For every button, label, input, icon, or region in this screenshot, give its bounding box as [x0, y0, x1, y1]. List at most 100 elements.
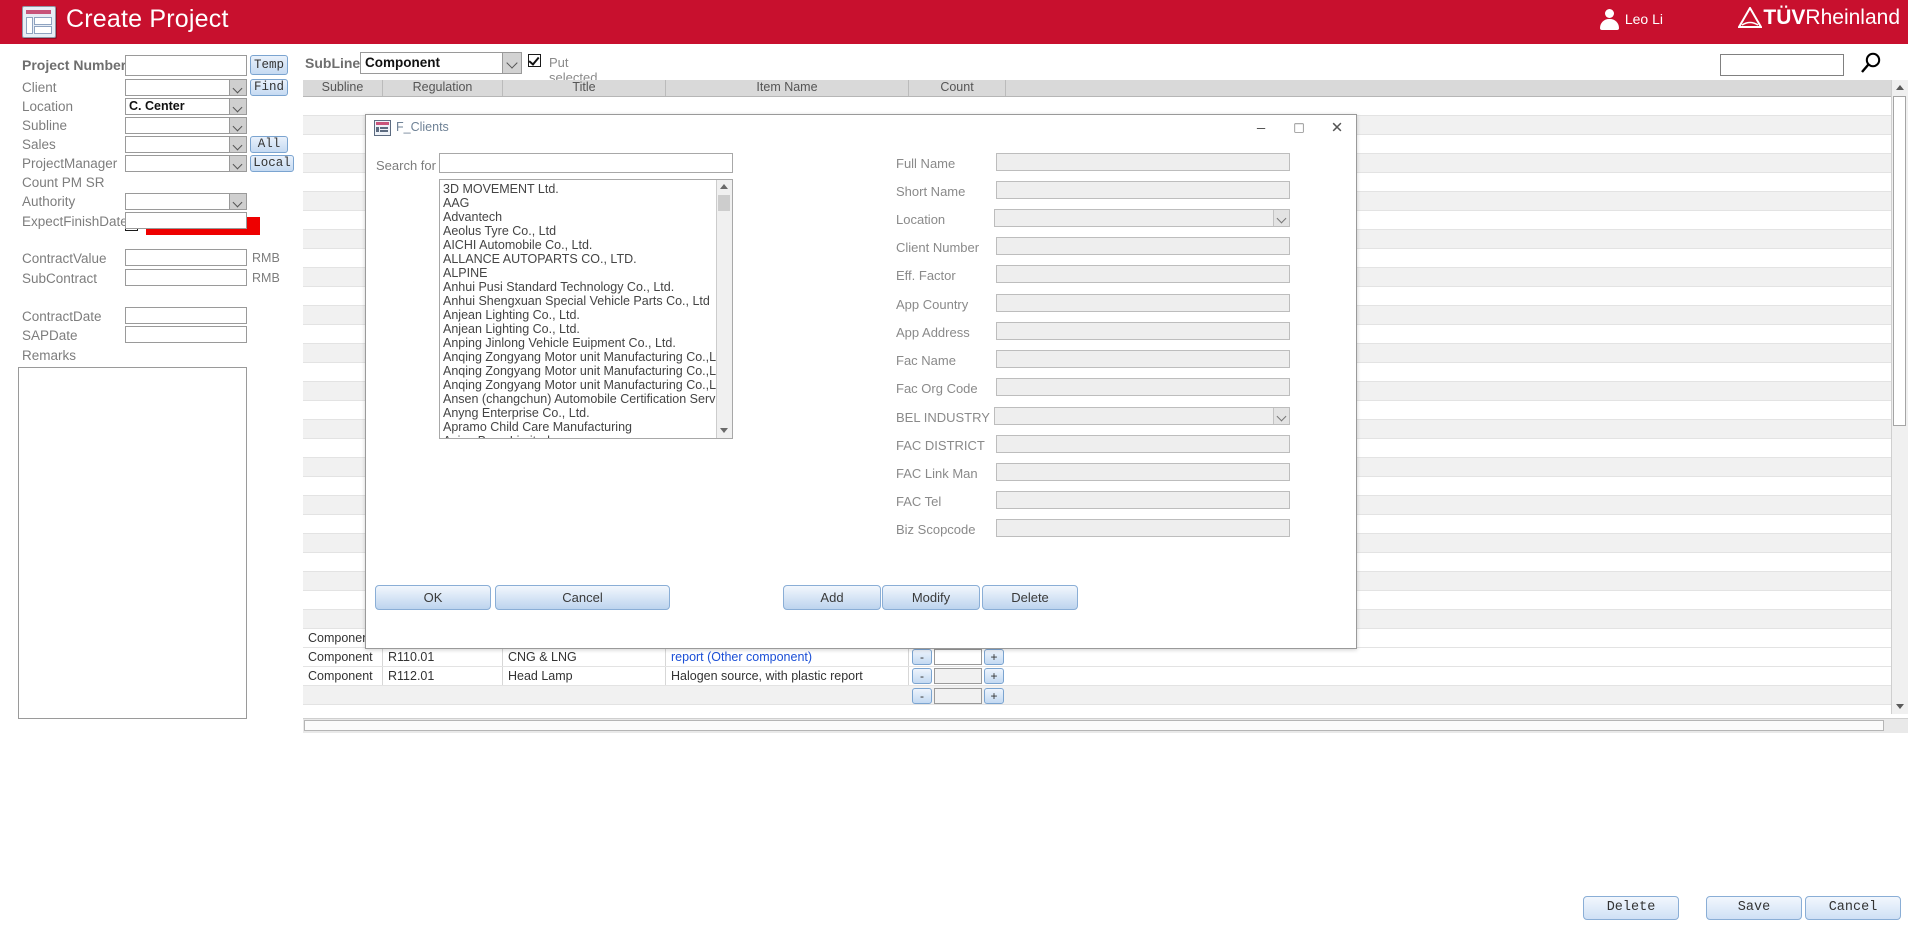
combo-client[interactable]: [125, 79, 247, 96]
scrollbar-thumb[interactable]: [718, 195, 730, 211]
count-input[interactable]: [934, 668, 982, 684]
textarea-remarks[interactable]: [18, 367, 247, 719]
input-app-country[interactable]: [996, 294, 1290, 312]
input-full-name[interactable]: [996, 153, 1290, 171]
count-decrement-button[interactable]: -: [912, 688, 932, 704]
all-button[interactable]: All: [250, 136, 288, 153]
list-item[interactable]: Anhui Shengxuan Special Vehicle Parts Co…: [443, 294, 716, 308]
local-button[interactable]: Local: [250, 155, 294, 172]
input-biz-scopcode[interactable]: [996, 519, 1290, 537]
column-header-item-name[interactable]: Item Name: [666, 80, 909, 96]
list-item[interactable]: ALLANCE AUTOPARTS CO., LTD.: [443, 252, 716, 266]
search-for-input[interactable]: [439, 153, 733, 173]
input-client-number[interactable]: [996, 237, 1290, 255]
cancel-button[interactable]: Cancel: [495, 585, 670, 610]
input-expect-finish-date[interactable]: [125, 212, 247, 229]
list-item[interactable]: Anjean Lighting Co., Ltd.: [443, 308, 716, 322]
count-stepper[interactable]: - +: [912, 688, 1005, 704]
input-contract-value[interactable]: [125, 249, 247, 266]
combo-location[interactable]: [994, 209, 1290, 227]
input-eff-factor[interactable]: [996, 265, 1290, 283]
combo-subline-filter[interactable]: Component: [360, 52, 522, 74]
input-contract-date[interactable]: [125, 307, 247, 324]
minimize-icon[interactable]: –: [1242, 115, 1280, 141]
combo-project-manager[interactable]: [125, 155, 247, 172]
search-icon[interactable]: [1858, 51, 1884, 80]
list-item[interactable]: Anqing Zongyang Motor unit Manufacturing…: [443, 364, 716, 378]
list-item[interactable]: AAG: [443, 196, 716, 210]
chevron-down-icon[interactable]: [229, 156, 246, 171]
chevron-down-icon[interactable]: [1273, 210, 1289, 226]
column-header-blank[interactable]: [1006, 80, 1891, 96]
chevron-down-icon[interactable]: [502, 53, 521, 73]
list-item[interactable]: Anqing Zongyang Motor unit Manufacturing…: [443, 350, 716, 364]
list-item[interactable]: ALPINE: [443, 266, 716, 280]
dialog-titlebar[interactable]: F_Clients – □ ✕: [366, 115, 1356, 141]
list-item[interactable]: Anping Jinlong Vehicle Euipment Co., Ltd…: [443, 336, 716, 350]
save-project-button[interactable]: Save: [1706, 896, 1802, 920]
table-row[interactable]: Component R110.01 CNG & LNG report (Othe…: [303, 648, 1891, 667]
combo-subline[interactable]: [125, 117, 247, 134]
list-item[interactable]: Anjean Lighting Co., Ltd.: [443, 322, 716, 336]
list-item[interactable]: Anyng Enterprise Co., Ltd.: [443, 406, 716, 420]
scroll-down-arrow-icon[interactable]: [717, 424, 731, 438]
input-fac-district[interactable]: [996, 435, 1290, 453]
scrollbar-thumb[interactable]: [1893, 96, 1906, 426]
close-icon[interactable]: ✕: [1318, 115, 1356, 141]
count-input[interactable]: [934, 688, 982, 704]
table-row[interactable]: - +: [303, 686, 1891, 705]
delete-button[interactable]: Delete: [982, 585, 1078, 610]
column-header-subline[interactable]: Subline: [303, 80, 383, 96]
list-item[interactable]: Ansen (changchun) Automobile Certificati…: [443, 392, 716, 406]
chevron-down-icon[interactable]: [1273, 408, 1289, 424]
chevron-down-icon[interactable]: [229, 80, 246, 95]
ok-button[interactable]: OK: [375, 585, 491, 610]
modify-button[interactable]: Modify: [882, 585, 980, 610]
scroll-down-arrow-icon[interactable]: [1892, 699, 1907, 714]
chevron-down-icon[interactable]: [229, 194, 246, 209]
list-item[interactable]: Asian Base Limited: [443, 434, 716, 438]
delete-project-button[interactable]: Delete: [1583, 896, 1679, 920]
client-list[interactable]: 3D MOVEMENT Ltd. AAG Advantech Aeolus Ty…: [439, 179, 733, 439]
combo-location[interactable]: C. Center: [125, 98, 247, 115]
table-row[interactable]: Component R112.01 Head Lamp Halogen sour…: [303, 667, 1891, 686]
list-item[interactable]: Advantech: [443, 210, 716, 224]
checkbox-put-selected-on-top[interactable]: [528, 54, 541, 67]
column-header-regulation[interactable]: Regulation: [383, 80, 503, 96]
chevron-down-icon[interactable]: [229, 137, 246, 152]
add-button[interactable]: Add: [783, 585, 881, 610]
input-app-address[interactable]: [996, 322, 1290, 340]
scroll-up-arrow-icon[interactable]: [1892, 80, 1907, 95]
list-item[interactable]: Aeolus Tyre Co., Ltd: [443, 224, 716, 238]
input-project-number[interactable]: [125, 55, 247, 76]
chevron-down-icon[interactable]: [229, 99, 246, 114]
count-decrement-button[interactable]: -: [912, 668, 932, 684]
list-item[interactable]: Apramo Child Care Manufacturing: [443, 420, 716, 434]
cell-item-name[interactable]: report (Other component): [666, 648, 909, 666]
list-item[interactable]: AICHI Automobile Co., Ltd.: [443, 238, 716, 252]
chevron-down-icon[interactable]: [229, 118, 246, 133]
grid-horizontal-scrollbar[interactable]: [303, 718, 1908, 733]
cancel-project-button[interactable]: Cancel: [1805, 896, 1901, 920]
list-item[interactable]: Anqing Zongyang Motor unit Manufacturing…: [443, 378, 716, 392]
grid-vertical-scrollbar[interactable]: [1891, 80, 1908, 714]
column-header-title[interactable]: Title: [503, 80, 666, 96]
count-stepper[interactable]: - +: [912, 668, 1005, 684]
combo-bel-industry[interactable]: [994, 407, 1290, 425]
scrollbar-thumb[interactable]: [304, 720, 1884, 731]
input-sap-date[interactable]: [125, 326, 247, 343]
count-increment-button[interactable]: +: [984, 649, 1004, 665]
input-fac-name[interactable]: [996, 350, 1290, 368]
count-increment-button[interactable]: +: [984, 668, 1004, 684]
input-fac-tel[interactable]: [996, 491, 1290, 509]
column-header-count[interactable]: Count: [909, 80, 1006, 96]
input-fac-org-code[interactable]: [996, 378, 1290, 396]
user-account[interactable]: Leo Li: [1599, 9, 1663, 35]
input-short-name[interactable]: [996, 181, 1290, 199]
input-fac-link-man[interactable]: [996, 463, 1290, 481]
count-decrement-button[interactable]: -: [912, 649, 932, 665]
list-item[interactable]: Anhui Pusi Standard Technology Co., Ltd.: [443, 280, 716, 294]
combo-authority[interactable]: [125, 193, 247, 210]
list-item[interactable]: 3D MOVEMENT Ltd.: [443, 182, 716, 196]
search-input[interactable]: [1720, 54, 1844, 76]
